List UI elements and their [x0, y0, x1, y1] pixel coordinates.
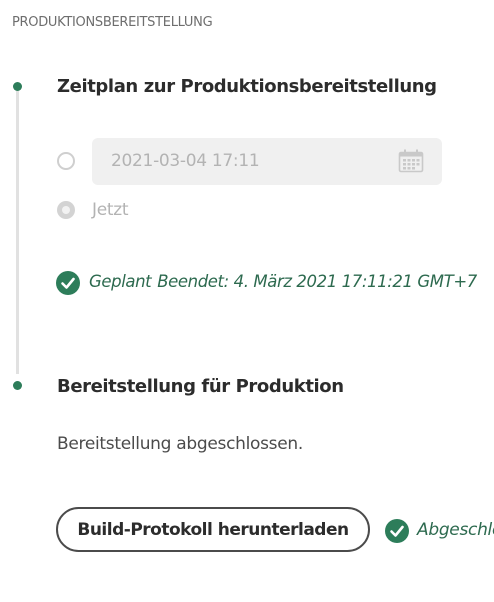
deploy-done-label: Abgeschlossen [417, 520, 494, 540]
schedule-date-field[interactable]: 2021-03-04 17:11 [92, 138, 442, 185]
check-circle-icon [56, 271, 80, 295]
timeline-dot-deploy [13, 381, 22, 390]
schedule-date-radio[interactable] [57, 152, 75, 170]
schedule-now-radio[interactable] [57, 201, 75, 219]
timeline-line [16, 88, 19, 374]
deployment-panel: PRODUKTIONSBEREITSTELLUNG Zeitplan zur P… [0, 0, 494, 602]
deploy-description: Bereitstellung abgeschlossen. [57, 434, 303, 454]
check-circle-icon [385, 519, 409, 543]
schedule-status-detail: Beendet: 4. März 2021 17:11:21 GMT+7 [157, 272, 477, 291]
timeline-dot-schedule [13, 82, 22, 91]
download-build-log-button[interactable]: Build-Protokoll herunterladen [56, 507, 370, 552]
schedule-date-value: 2021-03-04 17:11 [111, 151, 260, 171]
schedule-step-title: Zeitplan zur Produktionsbereitstellung [57, 76, 437, 97]
section-title: PRODUKTIONSBEREITSTELLUNG [12, 15, 213, 30]
schedule-now-label: Jetzt [92, 200, 129, 220]
calendar-icon[interactable] [398, 149, 424, 173]
deploy-step-title: Bereitstellung für Produktion [57, 376, 344, 397]
schedule-status-label: Geplant [89, 272, 152, 291]
schedule-status: Geplant Beendet: 4. März 2021 17:11:21 GM… [89, 272, 477, 291]
